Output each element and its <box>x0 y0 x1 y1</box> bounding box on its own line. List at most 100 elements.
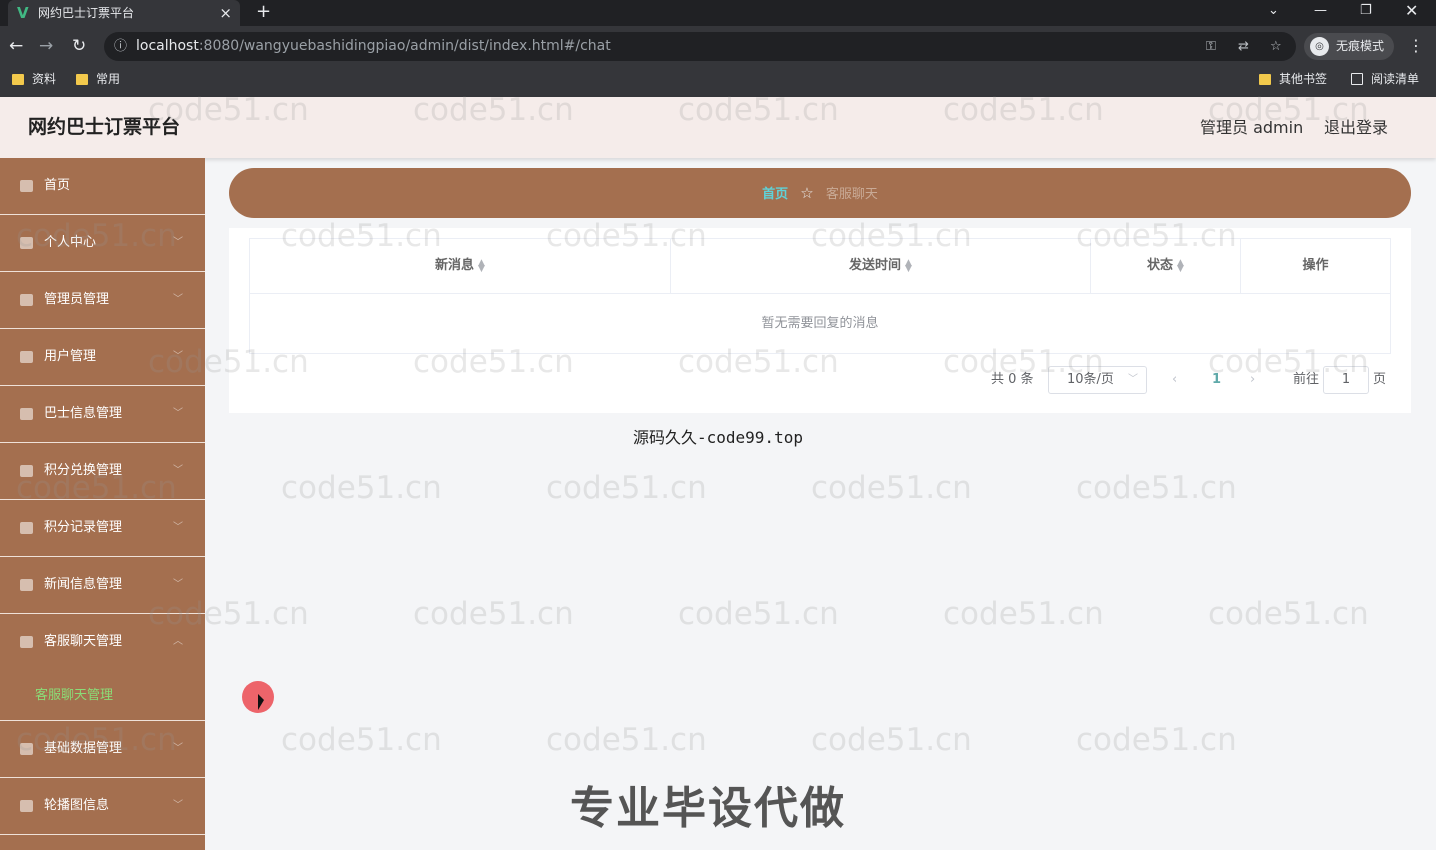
restore-icon[interactable]: ❐ <box>1360 0 1372 22</box>
page-number-current[interactable]: 1 <box>1212 366 1221 394</box>
column-header-status[interactable]: 状态 ▲ ▼ <box>1091 239 1241 294</box>
minimize-icon[interactable]: — <box>1314 0 1327 22</box>
logout-button[interactable]: 退出登录 <box>1324 97 1388 158</box>
window-close-icon[interactable]: ✕ <box>1405 0 1418 22</box>
sidebar-item-points-records[interactable]: 积分记录管理 ﹀ <box>0 500 205 557</box>
address-bar[interactable]: ⓘ localhost:8080/wangyuebashidingpiao/ad… <box>104 32 1296 61</box>
incognito-badge[interactable]: ◎ 无痕模式 <box>1304 33 1395 60</box>
sidebar-item-points-exchange[interactable]: 积分兑换管理 ﹀ <box>0 443 205 500</box>
translate-icon[interactable]: ⇄ <box>1238 32 1249 61</box>
sidebar-item-base-data[interactable]: 基础数据管理 ﹀ <box>0 721 205 778</box>
browser-tab[interactable]: V 网约巴士订票平台 × <box>8 0 240 26</box>
url-text[interactable]: localhost:8080/wangyuebashidingpiao/admi… <box>136 32 611 61</box>
chevron-down-icon: ﹀ <box>173 522 183 533</box>
sidebar-item-chat[interactable]: 客服聊天管理 ︿ <box>0 614 205 671</box>
folder-icon <box>76 74 88 85</box>
page-size-select[interactable]: 10条/页 ﹀ <box>1048 366 1147 394</box>
watermark: code51.cn <box>1076 722 1237 758</box>
other-bookmarks[interactable]: 其他书签 <box>1259 66 1327 93</box>
grid-icon <box>20 522 33 534</box>
breadcrumb-current: 客服聊天 <box>825 187 878 202</box>
sidebar-item-admins[interactable]: 管理员管理 ﹀ <box>0 272 205 329</box>
sidebar-item-news[interactable]: 新闻信息管理 ﹀ <box>0 557 205 614</box>
back-icon[interactable]: ← <box>9 26 23 66</box>
next-page-icon[interactable]: › <box>1250 366 1255 394</box>
app-title: 网约巴士订票平台 <box>28 116 181 138</box>
folder-icon <box>12 74 24 85</box>
star-icon: ☆ <box>800 184 814 202</box>
empty-table-text: 暂无需要回复的消息 <box>761 316 879 331</box>
column-header-actions: 操作 <box>1241 239 1390 294</box>
chevron-up-icon: ︿ <box>173 636 183 647</box>
incognito-label: 无痕模式 <box>1336 39 1385 53</box>
sidebar-item-carousel[interactable]: 轮播图信息 ﹀ <box>0 778 205 835</box>
chevron-down-icon: ﹀ <box>173 237 183 248</box>
image-icon <box>20 800 33 812</box>
browser-toolbar: ← → ↻ ⓘ localhost:8080/wangyuebashidingp… <box>0 26 1436 66</box>
mouse-cursor-icon <box>258 694 264 710</box>
chat-icon <box>20 636 33 648</box>
users-icon <box>20 351 33 363</box>
sort-icon[interactable]: ▲ ▼ <box>1177 258 1184 273</box>
sort-icon[interactable]: ▲ ▼ <box>905 258 912 273</box>
watermark: code51.cn <box>943 596 1104 632</box>
prev-page-icon[interactable]: ‹ <box>1172 366 1177 394</box>
table-panel: 新消息 ▲ ▼ 发送时间 ▲ ▼ 状态 ▲ ▼ 操作 暂无需要回复的消息 共 0 条 10条… <box>229 228 1411 413</box>
sort-icon[interactable]: ▲ ▼ <box>478 258 485 273</box>
incognito-icon: ◎ <box>1310 37 1329 56</box>
sidebar-item-profile[interactable]: 个人中心 ﹀ <box>0 215 205 272</box>
source-note: 源码久久-code99.top <box>633 428 803 447</box>
goto-label: 前往 <box>1293 372 1320 387</box>
goto-page-input[interactable]: 1 <box>1323 366 1369 394</box>
breadcrumb-home[interactable]: 首页 <box>762 187 788 202</box>
watermark: code51.cn <box>678 596 839 632</box>
bookmark-folder-1[interactable]: 资料 <box>12 66 56 93</box>
watermark: code51.cn <box>1208 596 1369 632</box>
watermark: code51.cn <box>811 722 972 758</box>
watermark: code51.cn <box>413 596 574 632</box>
column-header-send-time[interactable]: 发送时间 ▲ ▼ <box>671 239 1091 294</box>
message-table: 新消息 ▲ ▼ 发送时间 ▲ ▼ 状态 ▲ ▼ 操作 暂无需要回复的消息 <box>249 238 1391 354</box>
sidebar-item-bus-info[interactable]: 巴士信息管理 ﹀ <box>0 386 205 443</box>
watermark: code51.cn <box>281 470 442 506</box>
bookmark-folder-2[interactable]: 常用 <box>76 66 120 93</box>
reading-list-icon <box>1351 73 1363 85</box>
site-info-icon[interactable]: ⓘ <box>114 32 127 61</box>
chevron-down-icon: ﹀ <box>173 579 183 590</box>
watermark: code51.cn <box>281 722 442 758</box>
sidebar-subitem-chat[interactable]: 客服聊天管理 <box>0 671 205 720</box>
bookmarks-bar: 资料 常用 其他书签 阅读清单 <box>0 66 1436 97</box>
chevron-down-icon: ﹀ <box>173 743 183 754</box>
watermark: code51.cn <box>546 722 707 758</box>
admin-label: 管理员 admin <box>1200 118 1304 137</box>
reading-list[interactable]: 阅读清单 <box>1351 66 1419 93</box>
vue-favicon-icon: V <box>17 4 29 22</box>
key-icon[interactable]: ⚿ <box>1206 32 1216 61</box>
page-unit-label: 页 <box>1373 372 1387 387</box>
tab-title: 网约巴士订票平台 <box>38 6 135 20</box>
chevron-down-icon: ﹀ <box>1128 374 1138 385</box>
tab-search-icon[interactable]: ⌄ <box>1268 0 1279 22</box>
chevron-down-icon: ﹀ <box>173 465 183 476</box>
sidebar-item-users[interactable]: 用户管理 ﹀ <box>0 329 205 386</box>
reload-icon[interactable]: ↻ <box>72 26 86 66</box>
close-tab-icon[interactable]: × <box>219 0 232 26</box>
sidebar: 首页 个人中心 ﹀ 管理员管理 ﹀ 用户管理 ﹀ 巴士信息管理 ﹀ 积分兑换管理 ﹀ 积分… <box>0 158 205 850</box>
forward-icon[interactable]: → <box>39 26 53 66</box>
bookmark-star-icon[interactable]: ☆ <box>1270 32 1282 61</box>
sidebar-item-home[interactable]: 首页 <box>0 158 205 215</box>
browser-tab-strip: V 网约巴士订票平台 × + ⌄ — ❐ ✕ <box>0 0 1436 26</box>
bus-icon <box>20 408 33 420</box>
home-icon <box>20 180 33 192</box>
chevron-down-icon: ﹀ <box>173 800 183 811</box>
new-tab-icon[interactable]: + <box>256 0 271 24</box>
app-header: 网约巴士订票平台 管理员 admin 退出登录 <box>0 97 1436 158</box>
chevron-down-icon: ﹀ <box>173 351 183 362</box>
chevron-down-icon: ﹀ <box>173 408 183 419</box>
browser-menu-icon[interactable]: ⋮ <box>1408 26 1424 66</box>
gift-icon <box>20 465 33 477</box>
watermark: code51.cn <box>1076 470 1237 506</box>
mail-icon <box>20 294 33 306</box>
pagination-total: 共 0 条 <box>991 372 1034 387</box>
column-header-new-message[interactable]: 新消息 ▲ ▼ <box>250 239 671 294</box>
